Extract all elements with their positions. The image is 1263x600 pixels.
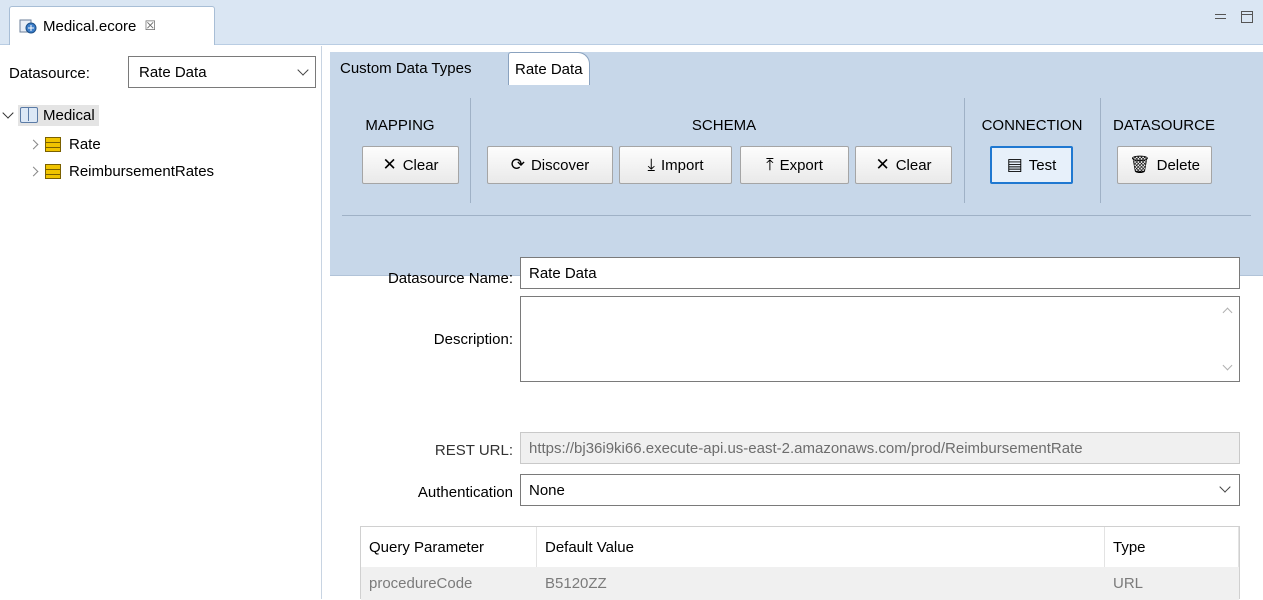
datasource-name-input[interactable]: Rate Data [520, 257, 1240, 289]
package-icon [20, 107, 38, 123]
table-cell: procedureCode [369, 575, 473, 592]
schema-group-title: SCHEMA [691, 117, 757, 134]
toolbar: MAPPING SCHEMA CONNECTION DATASOURCE ✕ C… [330, 84, 1263, 276]
import-button[interactable]: ⤓ Import [619, 146, 732, 184]
editor-tab-title: Medical.ecore [43, 17, 137, 35]
description-label: Description: [433, 331, 513, 348]
datasource-group-title: DATASOURCE [1113, 117, 1215, 134]
tree-item-label: Rate [69, 135, 101, 153]
table-header: Query Parameter Default Value Type [361, 527, 1239, 567]
table-cell: B5120ZZ [545, 575, 607, 592]
mapping-group-title: MAPPING [365, 117, 435, 134]
test-connection-button[interactable]: ▤ Test [990, 146, 1073, 184]
editor-tab-bar: Medical.ecore ☒ [0, 0, 1263, 45]
connection-group-title: CONNECTION [981, 117, 1083, 134]
tree-item-reimbursementrates[interactable]: ReimbursementRates [26, 158, 214, 184]
datasource-select-value: Rate Data [139, 63, 207, 81]
scroll-up-icon[interactable] [1222, 307, 1233, 318]
tree-item-rate[interactable]: Rate [26, 131, 101, 157]
chevron-down-icon [1219, 481, 1231, 493]
minimize-icon[interactable] [1215, 11, 1227, 23]
rest-url-label: REST URL: [434, 442, 513, 459]
mapping-clear-button[interactable]: ✕ Clear [362, 146, 459, 184]
ecore-file-icon [19, 18, 37, 34]
expand-arrow-icon[interactable] [2, 107, 14, 119]
tree-item-label: Medical [43, 106, 95, 124]
authentication-select[interactable]: None [520, 474, 1240, 506]
chevron-down-icon [297, 64, 309, 76]
tab-custom-data-types[interactable]: Custom Data Types [334, 52, 477, 84]
datasource-label: Datasource: [9, 65, 90, 82]
datasource-select[interactable]: Rate Data [128, 56, 316, 88]
test-icon: ▤ [1006, 154, 1023, 175]
table-icon [45, 136, 61, 152]
column-header[interactable]: Query Parameter [361, 527, 537, 567]
sub-tab-bar: Custom Data Types Rate Data [330, 52, 1263, 85]
schema-clear-button[interactable]: ✕ Clear [855, 146, 952, 184]
discover-button[interactable]: ⟳ Discover [487, 146, 613, 184]
maximize-icon[interactable] [1241, 11, 1253, 23]
close-icon: ✕ [382, 154, 397, 175]
group-divider [470, 98, 471, 203]
column-header[interactable]: Default Value [537, 527, 1105, 567]
collapse-arrow-icon[interactable] [28, 166, 39, 176]
authentication-label: Authentication [417, 484, 513, 501]
export-icon: ⤒ [766, 154, 774, 175]
datasource-name-label: Datasource Name: [387, 270, 513, 287]
description-textarea[interactable] [520, 296, 1240, 382]
close-icon: ✕ [875, 154, 890, 175]
column-header[interactable]: Type [1105, 527, 1239, 567]
scroll-down-icon[interactable] [1222, 360, 1233, 371]
trash-icon: 🗑 [1129, 154, 1151, 175]
collapse-arrow-icon[interactable] [28, 139, 39, 149]
datasource-panel: Datasource: Rate Data Medical Rate Reimb… [0, 46, 322, 599]
toolbar-divider [342, 215, 1251, 216]
rest-url-input[interactable]: https://bj36i9ki66.execute-api.us-east-2… [520, 432, 1240, 464]
table-icon [45, 163, 61, 179]
close-icon[interactable]: ☒ [144, 18, 156, 34]
table-cell: URL [1113, 575, 1144, 592]
query-parameters-table: Query Parameter Default Value Type proce… [360, 526, 1240, 600]
tree-item-label: ReimbursementRates [69, 162, 215, 180]
delete-datasource-button[interactable]: 🗑 Delete [1117, 146, 1212, 184]
group-divider [1100, 98, 1101, 203]
editor-tab-medical-ecore[interactable]: Medical.ecore ☒ [9, 6, 215, 45]
datasource-editor: Custom Data Types Rate Data MAPPING SCHE… [330, 46, 1263, 600]
tree-item-medical[interactable]: Medical [0, 102, 99, 128]
table-row[interactable]: procedureCode B5120ZZ URL [361, 567, 1239, 600]
tab-rate-data[interactable]: Rate Data [508, 52, 590, 85]
group-divider [964, 98, 965, 203]
import-icon: ⤓ [647, 154, 655, 175]
export-button[interactable]: ⤒ Export [740, 146, 849, 184]
refresh-icon: ⟳ [510, 154, 525, 175]
